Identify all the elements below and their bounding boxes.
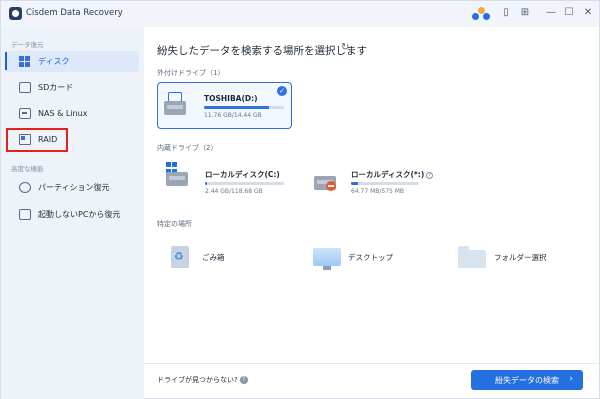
page-title: 紛失したデータを検索する場所を選択します (157, 45, 367, 57)
file-icon[interactable]: ▯ (499, 6, 513, 20)
drive-usage-bar (205, 182, 284, 185)
sidebar: データ復元 ディスク SDカード NAS & Linux RAID 高度な機能 … (1, 27, 144, 399)
cart-icon[interactable]: ⊞ (518, 6, 532, 20)
sidebar-item-sd-card[interactable]: SDカード (5, 77, 139, 98)
sidebar-item-partition[interactable]: パーティション復元 (5, 177, 139, 198)
sidebar-item-label: パーティション復元 (38, 183, 110, 192)
drive-usage-bar (351, 182, 419, 185)
sidebar-item-label: 起動しないPCから復元 (38, 210, 121, 219)
sidebar-item-boot-pc[interactable]: 起動しないPCから復元 (5, 204, 139, 225)
check-icon: ✓ (277, 86, 287, 96)
drive-size: 64.77 MB/575 MB (351, 188, 405, 195)
specific-locations-label: 特定の場所 (157, 220, 192, 228)
drive-usage-fill (204, 106, 269, 109)
partition-icon (19, 182, 31, 193)
sd-card-icon (19, 82, 31, 93)
drive-usage-fill (205, 182, 207, 185)
minimize-icon[interactable]: — (544, 6, 558, 20)
app-logo-icon (9, 7, 22, 20)
active-indicator (5, 52, 7, 70)
sidebar-item-label: NAS & Linux (38, 109, 88, 118)
close-icon[interactable]: ✕ (581, 6, 595, 20)
boot-pc-icon (19, 209, 31, 220)
recycle-bin-icon (166, 244, 194, 270)
raid-highlight-box (6, 128, 68, 152)
sidebar-item-nas-linux[interactable]: NAS & Linux (5, 103, 139, 124)
location-folder[interactable]: フォルダー選択 (458, 244, 547, 270)
avatar-icon[interactable] (471, 4, 491, 22)
nas-icon (19, 108, 31, 119)
sidebar-item-label: SDカード (38, 83, 74, 92)
footer-divider (144, 363, 599, 364)
desktop-icon (312, 244, 341, 270)
location-desktop[interactable]: デスクトップ (312, 244, 393, 270)
drive-name: TOSHIBA(D:) (204, 94, 258, 103)
drive-name: ローカルディスク(*:)? (351, 169, 434, 180)
drive-name: ローカルディスク(C:) (205, 170, 280, 179)
sidebar-item-disk[interactable]: ディスク (5, 51, 139, 72)
no-drive-link[interactable]: ドライブが見つからない?? (157, 375, 248, 385)
titlebar: Cisdem Data Recovery ▯ ⊞ — ☐ ✕ (1, 1, 599, 27)
location-label: デスクトップ (348, 252, 393, 262)
location-label: ごみ箱 (202, 252, 225, 262)
drive-usage-bar (204, 106, 284, 109)
refresh-icon[interactable]: ↻ (341, 42, 349, 53)
disk-grid-icon (19, 56, 31, 67)
arrow-right-icon: › (569, 374, 573, 384)
windows-drive-icon (164, 162, 190, 188)
app-window: Cisdem Data Recovery ▯ ⊞ — ☐ ✕ データ復元 ディス… (0, 0, 600, 399)
location-label: フォルダー選択 (494, 252, 547, 262)
drive-card-toshiba[interactable]: ✓ TOSHIBA(D:) 11.76 GB/14.44 GB (157, 82, 292, 129)
app-title: Cisdem Data Recovery (26, 8, 123, 18)
sidebar-section-advanced: 高度な機能 (11, 165, 44, 173)
drive-size: 2.44 GB/118.68 GB (205, 188, 263, 195)
usb-drive-icon (162, 91, 188, 117)
folder-icon (458, 244, 486, 270)
sidebar-section-data: データ復元 (11, 41, 44, 49)
drive-size: 11.76 GB/14.44 GB (204, 112, 262, 119)
external-drives-label: 外付けドライブ（1） (157, 69, 225, 77)
location-recycle-bin[interactable]: ごみ箱 (166, 244, 225, 270)
search-lost-data-button[interactable]: 紛失データの検索 › (471, 370, 583, 390)
warning-drive-icon (312, 166, 338, 192)
internal-drives-label: 内蔵ドライブ（2） (157, 144, 218, 152)
question-icon: ? (239, 376, 248, 384)
sidebar-item-label: ディスク (38, 57, 70, 66)
drive-usage-fill (351, 182, 359, 185)
help-icon[interactable]: ? (426, 171, 434, 179)
maximize-icon[interactable]: ☐ (562, 6, 576, 20)
